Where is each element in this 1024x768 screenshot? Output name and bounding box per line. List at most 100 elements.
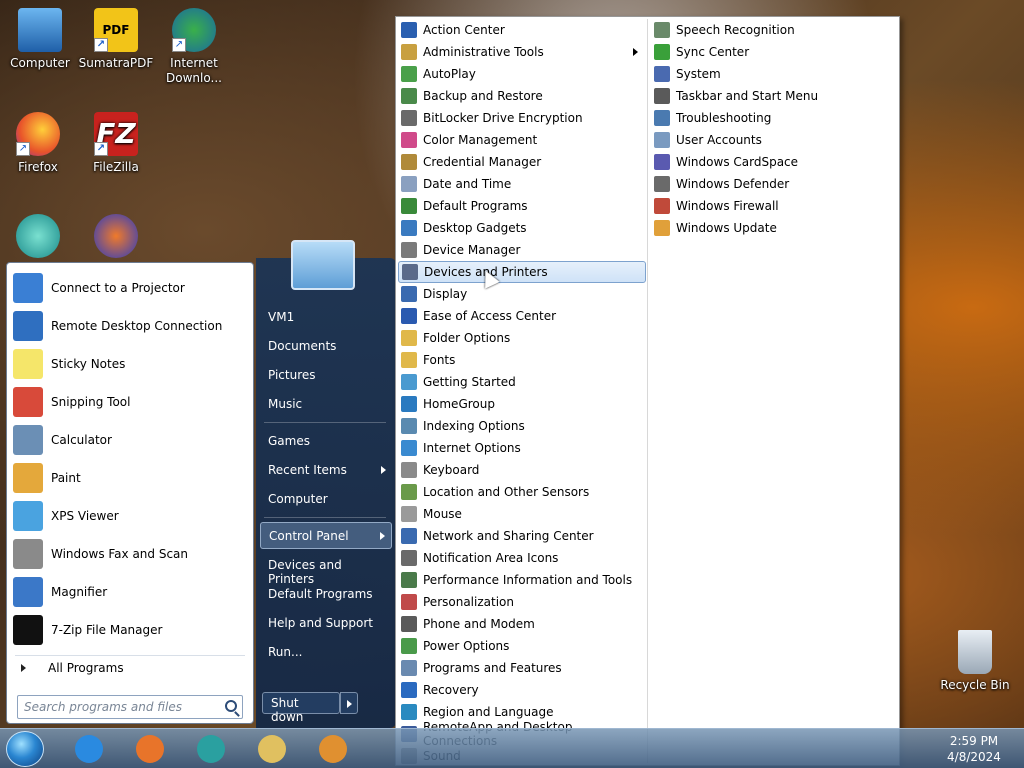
- program-item[interactable]: Remote Desktop Connection: [7, 307, 253, 345]
- control-panel-item-label: Network and Sharing Center: [423, 529, 594, 543]
- clock[interactable]: 2:59 PM 4/8/2024: [942, 733, 1006, 765]
- place-recent-items[interactable]: Recent Items: [260, 457, 392, 484]
- control-panel-item-label: Default Programs: [423, 199, 528, 213]
- control-panel-item[interactable]: Speech Recognition: [651, 19, 897, 41]
- program-item[interactable]: Windows Fax and Scan: [7, 535, 253, 573]
- control-panel-item[interactable]: Desktop Gadgets: [398, 217, 646, 239]
- place-computer[interactable]: Computer: [260, 486, 392, 513]
- place-devices-and-printers[interactable]: Devices and Printers: [260, 552, 392, 586]
- taskbar-button[interactable]: [64, 732, 114, 766]
- desktop-icon-app[interactable]: [0, 214, 76, 262]
- control-panel-item[interactable]: Fonts: [398, 349, 646, 371]
- control-panel-item[interactable]: Keyboard: [398, 459, 646, 481]
- start-button[interactable]: [6, 731, 44, 767]
- control-panel-item[interactable]: Windows CardSpace: [651, 151, 897, 173]
- program-label: 7-Zip File Manager: [51, 623, 163, 637]
- taskbar-button[interactable]: [308, 732, 358, 766]
- program-item[interactable]: 7-Zip File Manager: [7, 611, 253, 649]
- taskbar-button[interactable]: [247, 732, 297, 766]
- program-item[interactable]: Connect to a Projector: [7, 269, 253, 307]
- search-input[interactable]: Search programs and files: [17, 695, 243, 719]
- place-vm1[interactable]: VM1: [260, 304, 392, 331]
- taskbar-button[interactable]: [125, 732, 175, 766]
- control-panel-item[interactable]: Default Programs: [398, 195, 646, 217]
- program-item[interactable]: XPS Viewer: [7, 497, 253, 535]
- program-item[interactable]: Magnifier: [7, 573, 253, 611]
- control-panel-item-label: Taskbar and Start Menu: [676, 89, 819, 103]
- control-panel-item[interactable]: BitLocker Drive Encryption: [398, 107, 646, 129]
- control-panel-item[interactable]: Action Center: [398, 19, 646, 41]
- control-panel-item[interactable]: Taskbar and Start Menu: [651, 85, 897, 107]
- search-placeholder: Search programs and files: [24, 700, 182, 714]
- control-panel-item[interactable]: Ease of Access Center: [398, 305, 646, 327]
- control-panel-item[interactable]: Windows Defender: [651, 173, 897, 195]
- control-panel-item[interactable]: Personalization: [398, 591, 646, 613]
- control-panel-item[interactable]: AutoPlay: [398, 63, 646, 85]
- control-panel-item-icon: [401, 308, 417, 324]
- place-control-panel[interactable]: Control Panel: [260, 522, 392, 549]
- control-panel-item[interactable]: Folder Options: [398, 327, 646, 349]
- control-panel-item[interactable]: Device Manager: [398, 239, 646, 261]
- control-panel-item[interactable]: Display: [398, 283, 646, 305]
- desktop-icon-audio[interactable]: [78, 214, 154, 262]
- control-panel-item[interactable]: Internet Options: [398, 437, 646, 459]
- control-panel-item[interactable]: Network and Sharing Center: [398, 525, 646, 547]
- control-panel-item[interactable]: Devices and Printers: [398, 261, 646, 283]
- desktop-icon-recycle-bin[interactable]: Recycle Bin: [937, 630, 1013, 693]
- control-panel-item[interactable]: Windows Update: [651, 217, 897, 239]
- all-programs-button[interactable]: All Programs: [15, 655, 245, 677]
- control-panel-item-icon: [401, 132, 417, 148]
- control-panel-item[interactable]: Troubleshooting: [651, 107, 897, 129]
- control-panel-item-icon: [654, 220, 670, 236]
- control-panel-item[interactable]: Mouse: [398, 503, 646, 525]
- tray-volume-muted-icon[interactable]: [900, 737, 912, 759]
- control-panel-item[interactable]: HomeGroup: [398, 393, 646, 415]
- desktop-icon-filezilla[interactable]: FZ ↗ FileZilla: [78, 112, 154, 175]
- place-games[interactable]: Games: [260, 428, 392, 455]
- control-panel-item-icon: [401, 462, 417, 478]
- place-documents[interactable]: Documents: [260, 333, 392, 360]
- control-panel-item[interactable]: Power Options: [398, 635, 646, 657]
- desktop-icon-internet-download[interactable]: ↗ Internet Downlo...: [156, 8, 232, 86]
- control-panel-item[interactable]: Backup and Restore: [398, 85, 646, 107]
- place-music[interactable]: Music: [260, 391, 392, 418]
- control-panel-item[interactable]: Recovery: [398, 679, 646, 701]
- control-panel-item-label: Speech Recognition: [676, 23, 795, 37]
- desktop-icon-computer[interactable]: Computer: [2, 8, 78, 71]
- control-panel-item[interactable]: Credential Manager: [398, 151, 646, 173]
- control-panel-item[interactable]: Notification Area Icons: [398, 547, 646, 569]
- desktop-icon-firefox[interactable]: ↗ Firefox: [0, 112, 76, 175]
- control-panel-item[interactable]: Location and Other Sensors: [398, 481, 646, 503]
- control-panel-item[interactable]: Windows Firewall: [651, 195, 897, 217]
- place-run[interactable]: Run...: [260, 639, 392, 666]
- control-panel-item[interactable]: Programs and Features: [398, 657, 646, 679]
- control-panel-item[interactable]: Administrative Tools: [398, 41, 646, 63]
- shortcut-arrow-icon: ↗: [172, 38, 186, 52]
- control-panel-item[interactable]: Sync Center: [651, 41, 897, 63]
- taskbar-button[interactable]: [186, 732, 236, 766]
- shutdown-options-button[interactable]: [340, 692, 358, 714]
- search-icon[interactable]: [225, 700, 237, 712]
- place-default-programs[interactable]: Default Programs: [260, 581, 392, 608]
- control-panel-item[interactable]: Color Management: [398, 129, 646, 151]
- control-panel-item[interactable]: User Accounts: [651, 129, 897, 151]
- control-panel-item[interactable]: Indexing Options: [398, 415, 646, 437]
- place-pictures[interactable]: Pictures: [260, 362, 392, 389]
- program-item[interactable]: Paint: [7, 459, 253, 497]
- program-item[interactable]: Snipping Tool: [7, 383, 253, 421]
- control-panel-item[interactable]: Performance Information and Tools: [398, 569, 646, 591]
- control-panel-item[interactable]: Date and Time: [398, 173, 646, 195]
- control-panel-item-icon: [401, 682, 417, 698]
- desktop-icon-label: Firefox: [18, 160, 58, 174]
- place-help-and-support[interactable]: Help and Support: [260, 610, 392, 637]
- program-item[interactable]: Sticky Notes: [7, 345, 253, 383]
- desktop-icon-sumatrapdf[interactable]: PDF ↗ SumatraPDF: [78, 8, 154, 71]
- shutdown-button[interactable]: Shut down: [262, 692, 340, 724]
- program-label: Connect to a Projector: [51, 281, 185, 295]
- control-panel-item-label: Performance Information and Tools: [423, 573, 633, 587]
- program-item[interactable]: Calculator: [7, 421, 253, 459]
- control-panel-item[interactable]: System: [651, 63, 897, 85]
- control-panel-item[interactable]: Getting Started: [398, 371, 646, 393]
- control-panel-menu: Action Center Administrative Tools AutoPla…: [395, 16, 900, 766]
- control-panel-item[interactable]: Phone and Modem: [398, 613, 646, 635]
